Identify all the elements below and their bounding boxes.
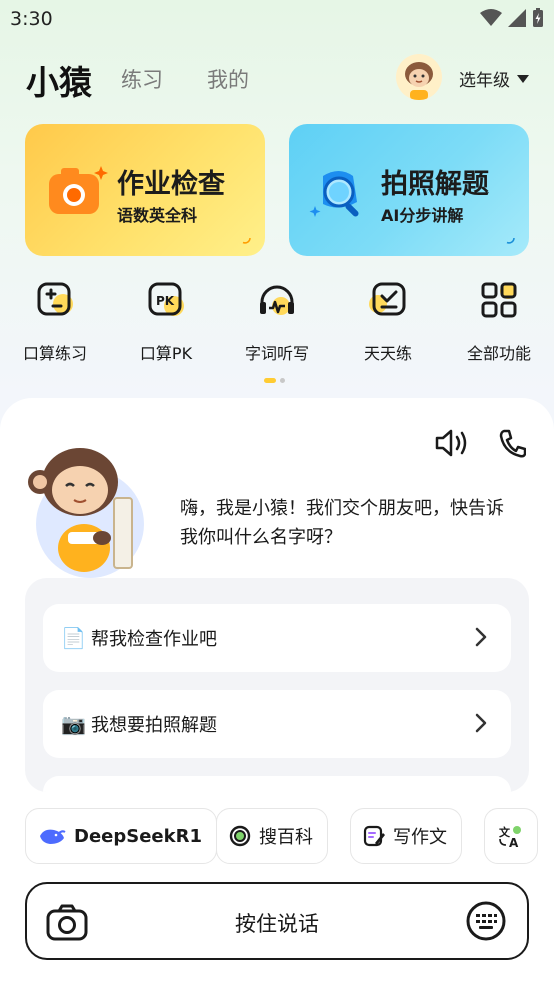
- keyboard-icon[interactable]: [465, 900, 507, 942]
- hold-to-talk-label: 按住说话: [235, 912, 319, 936]
- photo-solve-card[interactable]: 拍照解题 AI分步讲解: [289, 124, 529, 256]
- avatar[interactable]: [396, 54, 442, 100]
- translate-icon: 文 A: [499, 825, 521, 849]
- chip-essay[interactable]: 写作文: [350, 808, 462, 864]
- grid-icon: [481, 282, 517, 318]
- svg-text:A: A: [509, 836, 519, 849]
- greeting-text: 嗨，我是小猿！我们交个朋友吧，快告诉我你叫什么名字呀？: [180, 498, 504, 548]
- chip-label: DeepSeekR1: [74, 825, 202, 847]
- quick-item-all[interactable]: 全部功能: [449, 280, 549, 364]
- quick-label: 字词听写: [244, 344, 309, 363]
- quick-item-pk[interactable]: PK 口算PK: [116, 280, 216, 364]
- chevron-right-icon: [475, 627, 487, 647]
- grade-selector[interactable]: 选年级: [459, 66, 530, 91]
- suggestion-check-homework[interactable]: 📄 帮我检查作业吧: [43, 604, 511, 672]
- suggestion-text: 我想要拍照解题: [91, 715, 217, 736]
- quick-label: 口算PK: [139, 344, 193, 363]
- camera-icon: [49, 166, 108, 214]
- monkey-avatar-icon: [396, 54, 442, 100]
- suggestion-more[interactable]: [43, 776, 511, 792]
- quick-item-daily[interactable]: 天天练: [338, 280, 438, 364]
- chip-translate[interactable]: 文 A: [484, 808, 538, 864]
- chip-deepseek[interactable]: DeepSeekR1: [25, 808, 217, 864]
- chat-tools: [434, 428, 526, 458]
- chevron-right-icon: [475, 713, 487, 733]
- status-icons: [480, 8, 544, 28]
- page-dot: [280, 378, 285, 383]
- signal-icon: [508, 9, 526, 27]
- camera-emoji-icon: 📷: [61, 712, 86, 736]
- quick-item-calc-practice[interactable]: 口算练习: [5, 280, 105, 364]
- monkey-mascot-icon: [28, 448, 144, 578]
- headphones-icon: [260, 285, 294, 315]
- target-icon: [229, 825, 251, 847]
- brand-title: 小猿: [26, 63, 92, 102]
- quick-label: 全部功能: [466, 344, 531, 363]
- pk-icon: PK: [148, 282, 184, 316]
- chip-label: 写作文: [393, 827, 447, 848]
- chip-encyclopedia[interactable]: 搜百科: [216, 808, 328, 864]
- homework-check-subtitle: 语数英全科: [117, 206, 198, 225]
- document-icon: 📄: [61, 626, 86, 650]
- daily-check-icon: [369, 282, 406, 316]
- homework-check-title: 作业检查: [117, 169, 225, 200]
- phone-icon[interactable]: [498, 428, 526, 458]
- speaker-icon[interactable]: [434, 428, 470, 458]
- quick-functions: 口算练习 PK 口算PK 字词听写 天天练 全部功能: [0, 280, 554, 370]
- tool-chips: DeepSeekR1 搜百科 写作文 文 A: [25, 808, 554, 864]
- page-indicator: [264, 378, 285, 383]
- voice-input-bar[interactable]: 按住说话: [25, 882, 529, 960]
- tab-practice[interactable]: 练习: [121, 64, 163, 94]
- calc-practice-icon: [37, 282, 73, 316]
- quick-label: 口算练习: [22, 344, 87, 363]
- suggestion-text: 帮我检查作业吧: [91, 629, 217, 650]
- magnifier-icon: [309, 171, 359, 217]
- battery-icon: [533, 8, 543, 27]
- loading-arc-icon: [506, 237, 515, 244]
- pen-icon: [363, 825, 385, 847]
- page-dot-active: [264, 378, 276, 383]
- status-bar: 3:30: [0, 0, 554, 38]
- quick-label: 天天练: [363, 344, 412, 363]
- photo-solve-title: 拍照解题: [381, 169, 489, 200]
- chip-label: 搜百科: [259, 827, 313, 848]
- photo-solve-subtitle: AI分步讲解: [381, 206, 464, 225]
- caret-down-icon: [517, 74, 529, 83]
- quick-item-dictation[interactable]: 字词听写: [227, 280, 327, 364]
- chat-panel: 嗨，我是小猿！我们交个朋友吧，快告诉我你叫什么名字呀？ 📄 帮我检查作业吧 📷 …: [0, 398, 554, 984]
- suggestion-photo-solve[interactable]: 📷 我想要拍照解题: [43, 690, 511, 758]
- homework-check-card[interactable]: 作业检查 语数英全科: [25, 124, 265, 256]
- top-header: 小猿 练习 我的 选年级: [0, 54, 554, 104]
- whale-icon: [40, 829, 66, 844]
- grade-label: 选年级: [459, 71, 510, 91]
- svg-text:PK: PK: [156, 294, 175, 308]
- tab-mine[interactable]: 我的: [207, 64, 249, 94]
- wifi-icon: [480, 9, 502, 26]
- status-time: 3:30: [10, 8, 53, 30]
- loading-arc-icon: [242, 237, 251, 244]
- suggestion-list: 📄 帮我检查作业吧 📷 我想要拍照解题: [25, 578, 529, 792]
